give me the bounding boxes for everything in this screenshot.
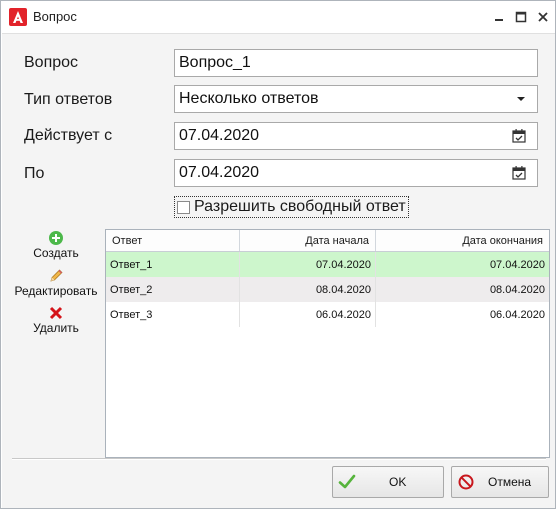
calendar-icon[interactable]	[511, 128, 527, 144]
grid-column-header[interactable]: Дата начала	[240, 230, 376, 251]
grid-cell: Ответ_2	[106, 277, 240, 302]
checkbox-box[interactable]	[177, 200, 190, 214]
plus-circle-icon	[49, 231, 63, 245]
question-input[interactable]: Вопрос_1	[174, 49, 538, 77]
cancel-button-label: Отмена	[488, 475, 532, 489]
grid-cell: 07.04.2020	[240, 252, 376, 277]
grid-cell: 07.04.2020	[489, 258, 545, 271]
chevron-down-icon	[517, 97, 525, 101]
edit-button-label: Редактировать	[14, 284, 98, 298]
delete-button[interactable]: Удалить	[26, 305, 86, 335]
pencil-icon	[50, 269, 63, 282]
valid-to-date-input[interactable]: 07.04.2020	[174, 159, 538, 187]
dialog-content: Вопрос Вопрос_1 Тип ответов Несколько от…	[2, 33, 555, 508]
minimize-button[interactable]	[489, 7, 509, 27]
title-bar[interactable]: Вопрос	[1, 1, 555, 33]
grid-cell: 06.04.2020	[240, 302, 376, 327]
grid-header: Ответ Дата начала Дата окончания	[106, 230, 549, 252]
free-answer-label: Разрешить свободный ответ	[194, 198, 406, 215]
divider	[12, 458, 546, 460]
maximize-button[interactable]	[511, 7, 531, 27]
valid-from-label: Действует с	[24, 127, 113, 144]
table-row[interactable]: Ответ_2 08.04.2020 08.04.2020	[106, 277, 549, 302]
no-entry-icon	[458, 474, 474, 490]
ok-button[interactable]: OK	[332, 466, 444, 498]
app-logo-icon	[9, 8, 27, 26]
grid-column-header[interactable]: Дата окончания	[376, 230, 549, 251]
close-icon	[538, 12, 548, 22]
create-button-label: Создать	[33, 246, 79, 260]
answer-type-select[interactable]: Несколько ответов	[174, 85, 538, 113]
delete-button-label: Удалить	[33, 321, 79, 335]
ok-button-label: OK	[389, 475, 407, 489]
create-button[interactable]: Создать	[26, 230, 86, 260]
question-label: Вопрос	[24, 54, 79, 71]
window-title: Вопрос	[33, 9, 77, 24]
calendar-icon[interactable]	[511, 165, 527, 181]
close-button[interactable]	[533, 7, 553, 27]
grid-column-header[interactable]: Ответ	[106, 230, 240, 251]
valid-to-value: 07.04.2020	[179, 164, 260, 181]
valid-from-date-input[interactable]: 07.04.2020	[174, 122, 538, 150]
checkmark-icon	[338, 474, 356, 489]
answer-type-value: Несколько ответов	[179, 90, 319, 107]
question-input-value: Вопрос_1	[179, 54, 251, 71]
red-cross-icon	[49, 306, 63, 320]
minimize-icon	[495, 19, 503, 21]
valid-from-value: 07.04.2020	[179, 127, 260, 144]
dialog-window: Вопрос Вопрос Вопрос_1 Тип ответов Неско…	[0, 0, 556, 509]
table-row[interactable]: Ответ_3 06.04.2020 06.04.2020	[106, 302, 549, 327]
grid-cell: Ответ_1	[106, 252, 240, 277]
maximize-icon	[515, 11, 527, 23]
grid-cell: 06.04.2020	[489, 308, 545, 321]
edit-button[interactable]: Редактировать	[10, 268, 102, 298]
free-answer-checkbox[interactable]: Разрешить свободный ответ	[174, 196, 409, 218]
table-row[interactable]: Ответ_1 07.04.2020 07.04.2020	[106, 252, 549, 277]
cancel-button[interactable]: Отмена	[451, 466, 549, 498]
valid-to-label: По	[24, 165, 45, 182]
grid-cell: 08.04.2020	[240, 277, 376, 302]
answer-type-label: Тип ответов	[24, 91, 113, 108]
grid-cell: 08.04.2020	[489, 283, 545, 296]
grid-cell: Ответ_3	[106, 302, 240, 327]
answers-grid[interactable]: Ответ Дата начала Дата окончания Ответ_1…	[105, 229, 550, 458]
